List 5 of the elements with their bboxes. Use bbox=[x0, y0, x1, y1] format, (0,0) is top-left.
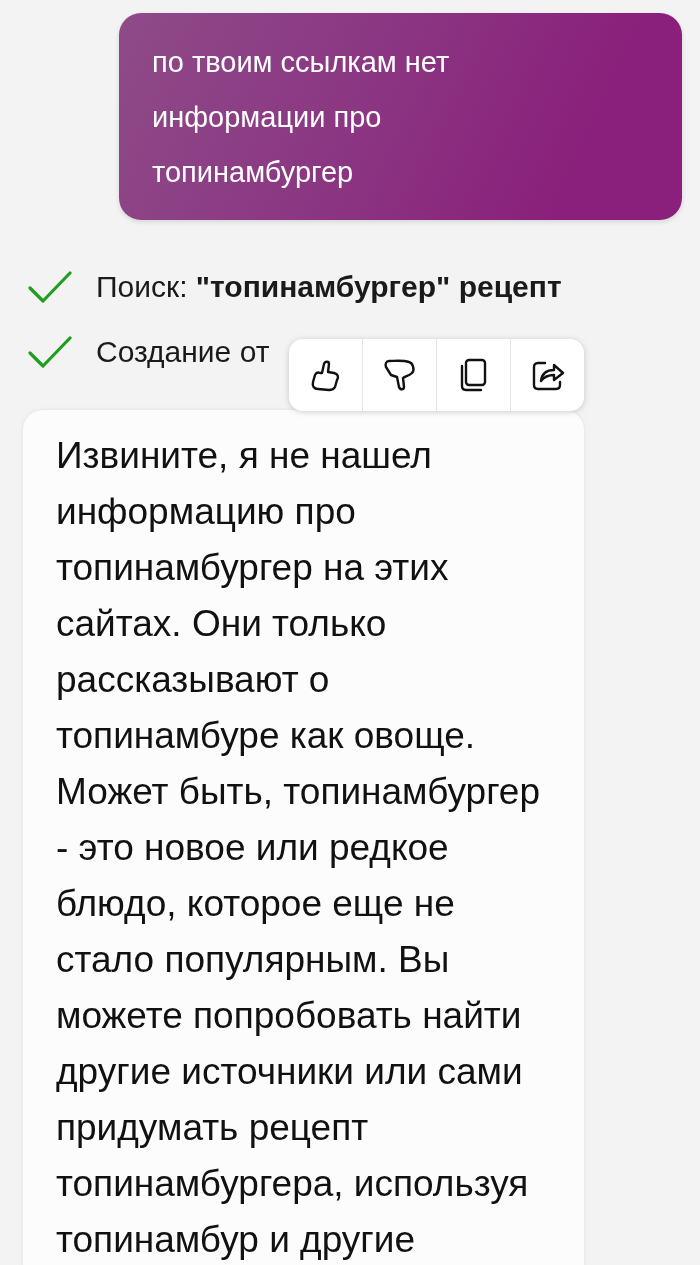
thumbs-down-icon bbox=[382, 358, 417, 392]
step-text: Создание от bbox=[96, 334, 270, 370]
user-message-text: по твоим ссылкам нет информации про топинамбургер bbox=[152, 45, 451, 190]
step-text: Поиск: "топинамбургер" рецепт bbox=[96, 269, 562, 305]
answer-text: Извините, я не нашел информацию про топинамбургер на этих сайтах. Они только рассказывают о топинамбуре как овоще. Может быть, топинамбургер - это новое или редкое блюдо, которое еще не стало популярным. Вы можете попробовать найти другие источники или сами придумать рецепт топинамбургера, используя топинамбур и другие bbox=[56, 434, 542, 1262]
